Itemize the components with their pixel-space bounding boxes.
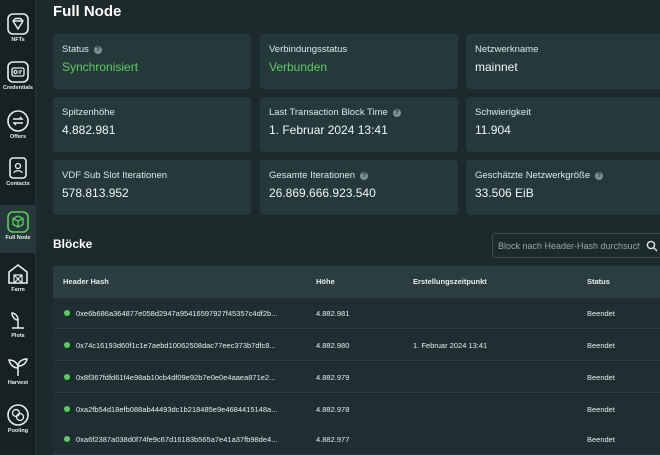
- swap-icon: [6, 109, 30, 133]
- status-dot: [64, 374, 70, 380]
- card-label: Verbindungsstatus: [269, 44, 348, 55]
- card-last-transaction-block-time: Last Transaction Block Time? 1. Februar …: [260, 97, 458, 152]
- search-icon[interactable]: [646, 239, 658, 252]
- sidebar-item-farm[interactable]: Farm: [0, 262, 36, 293]
- cell-hash: 0xa2fb54d18efb088ab44493dc1b218485e9e468…: [76, 405, 278, 414]
- cell-hash: 0xe6b686a364877e058d2947a95416597927f453…: [76, 309, 278, 318]
- main-content: Full Node Status? Synchronisiert Verbind…: [36, 0, 660, 455]
- table-row[interactable]: 0x8f367fdfd61f4e98ab10cb4df09e92b7e0e0e4…: [53, 362, 660, 393]
- card-value: 33.506 EiB: [475, 186, 534, 200]
- plant-icon: [6, 355, 30, 379]
- sidebar-item-label: Plots: [11, 333, 25, 339]
- barn-icon: [6, 262, 30, 286]
- card-peak-height: Spitzenhöhe 4.882.981: [53, 97, 251, 152]
- cell-hash: 0x8f367fdfd61f4e98ab10cb4df09e92b7e0e0e4…: [76, 373, 276, 382]
- column-header-height: Höhe: [316, 277, 335, 286]
- column-header-created: Erstellungszeitpunkt: [413, 277, 487, 286]
- sidebar-item-label: Credentials: [3, 85, 33, 91]
- cell-height: 4.882.981: [316, 309, 350, 318]
- sidebar-item-plots[interactable]: Plots: [0, 308, 36, 339]
- help-icon[interactable]: ?: [360, 171, 369, 180]
- cell-status: Beendet: [587, 341, 615, 350]
- column-header-hash: Header Hash: [63, 277, 109, 286]
- sidebar-item-label: Harvest: [7, 380, 29, 386]
- cell-height: 4.882.979: [316, 373, 350, 382]
- search-input[interactable]: [498, 238, 640, 254]
- card-value: 11.904: [475, 123, 511, 137]
- contact-book-icon: [6, 156, 30, 180]
- cell-status: Beendet: [587, 435, 615, 444]
- cell-status: Beendet: [587, 373, 615, 382]
- sidebar-item-credentials[interactable]: Credentials: [0, 60, 36, 91]
- sidebar-item-harvest[interactable]: Harvest: [0, 355, 36, 386]
- cell-height: 4.882.978: [316, 405, 350, 414]
- card-label: Gesamte Iterationen: [269, 170, 356, 181]
- card-label: VDF Sub Slot Iterationen: [62, 170, 168, 181]
- table-row[interactable]: 0xa6f2387a038d0f74fe9c67d16183b565a7e41a…: [53, 424, 660, 455]
- card-label: Spitzenhöhe: [62, 107, 115, 118]
- cell-status: Beendet: [587, 309, 615, 318]
- table-row[interactable]: 0xe6b686a364877e058d2947a95416597927f453…: [53, 298, 660, 329]
- help-icon[interactable]: ?: [392, 108, 401, 117]
- card-label: Status: [62, 44, 89, 55]
- cell-hash: 0x74c16193d60f1c1e7aebd10062508dac77eec3…: [76, 341, 276, 350]
- card-value: mainnet: [475, 60, 518, 74]
- sidebar-item-label: Pooling: [7, 428, 29, 434]
- card-label: Schwierigkeit: [475, 107, 531, 118]
- status-dot: [64, 406, 70, 412]
- card-estimated-network-space: Geschätzte Netzwerkgröße? 33.506 EiB: [466, 160, 660, 215]
- column-header-status: Status: [587, 277, 610, 286]
- card-value: 1. Februar 2024 13:41: [269, 123, 388, 137]
- status-dot: [64, 310, 70, 316]
- card-network-name: Netzwerkname mainnet: [466, 34, 660, 89]
- help-icon[interactable]: ?: [93, 45, 102, 54]
- cell-height: 4.882.980: [316, 341, 350, 350]
- sidebar-item-full-node[interactable]: Full Node: [0, 205, 36, 253]
- card-vdf-sub-slot-iterations: VDF Sub Slot Iterationen 578.813.952: [53, 160, 251, 215]
- cell-status: Beendet: [587, 405, 615, 414]
- sidebar-item-offers[interactable]: Offers: [0, 109, 36, 140]
- diamond-icon: [6, 12, 30, 36]
- table-row[interactable]: 0xa2fb54d18efb088ab44493dc1b218485e9e468…: [53, 394, 660, 425]
- pool-icon: [6, 403, 30, 427]
- card-total-iterations: Gesamte Iterationen? 26.869.666.923.540: [260, 160, 458, 215]
- cell-height: 4.882.977: [316, 435, 350, 444]
- card-value: 578.813.952: [62, 186, 129, 200]
- sidebar-item-pooling[interactable]: Pooling: [0, 403, 36, 434]
- block-search: [492, 233, 660, 258]
- sidebar-item-label: Full Node: [5, 235, 31, 241]
- status-dot: [64, 436, 70, 442]
- card-value: Verbunden: [269, 60, 328, 74]
- cell-hash: 0xa6f2387a038d0f74fe9c67d16183b565a7e41a…: [76, 435, 278, 444]
- sidebar-item-label: NFTs: [11, 37, 25, 43]
- sidebar-item-label: Offers: [9, 134, 27, 140]
- card-label: Last Transaction Block Time: [269, 107, 388, 118]
- blocks-title: Blöcke: [53, 237, 93, 251]
- cube-icon: [6, 210, 30, 234]
- table-row[interactable]: 0x74c16193d60f1c1e7aebd10062508dac77eec3…: [53, 330, 660, 361]
- card-difficulty: Schwierigkeit 11.904: [466, 97, 660, 152]
- cell-time: 1. Februar 2024 13:41: [413, 341, 488, 350]
- status-dot: [64, 342, 70, 348]
- card-value: Synchronisiert: [62, 60, 139, 74]
- sidebar-item-contacts[interactable]: Contacts: [0, 156, 36, 187]
- sidebar: NFTs Credentials Offers Contacts Full No…: [0, 0, 36, 455]
- card-status: Status? Synchronisiert: [53, 34, 251, 89]
- card-value: 4.882.981: [62, 123, 116, 137]
- card-label: Netzwerkname: [475, 44, 539, 55]
- id-card-icon: [6, 60, 30, 84]
- card-value: 26.869.666.923.540: [269, 186, 376, 200]
- table-header: Header Hash Höhe Erstellungszeitpunkt St…: [53, 266, 660, 298]
- sprout-icon: [6, 308, 30, 332]
- page-title: Full Node: [53, 3, 122, 20]
- sidebar-item-label: Contacts: [6, 181, 30, 187]
- sidebar-item-label: Farm: [11, 287, 25, 293]
- card-label: Geschätzte Netzwerkgröße: [475, 170, 591, 181]
- help-icon[interactable]: ?: [595, 171, 604, 180]
- sidebar-item-nfts[interactable]: NFTs: [0, 12, 36, 43]
- card-connection-status: Verbindungsstatus Verbunden: [260, 34, 458, 89]
